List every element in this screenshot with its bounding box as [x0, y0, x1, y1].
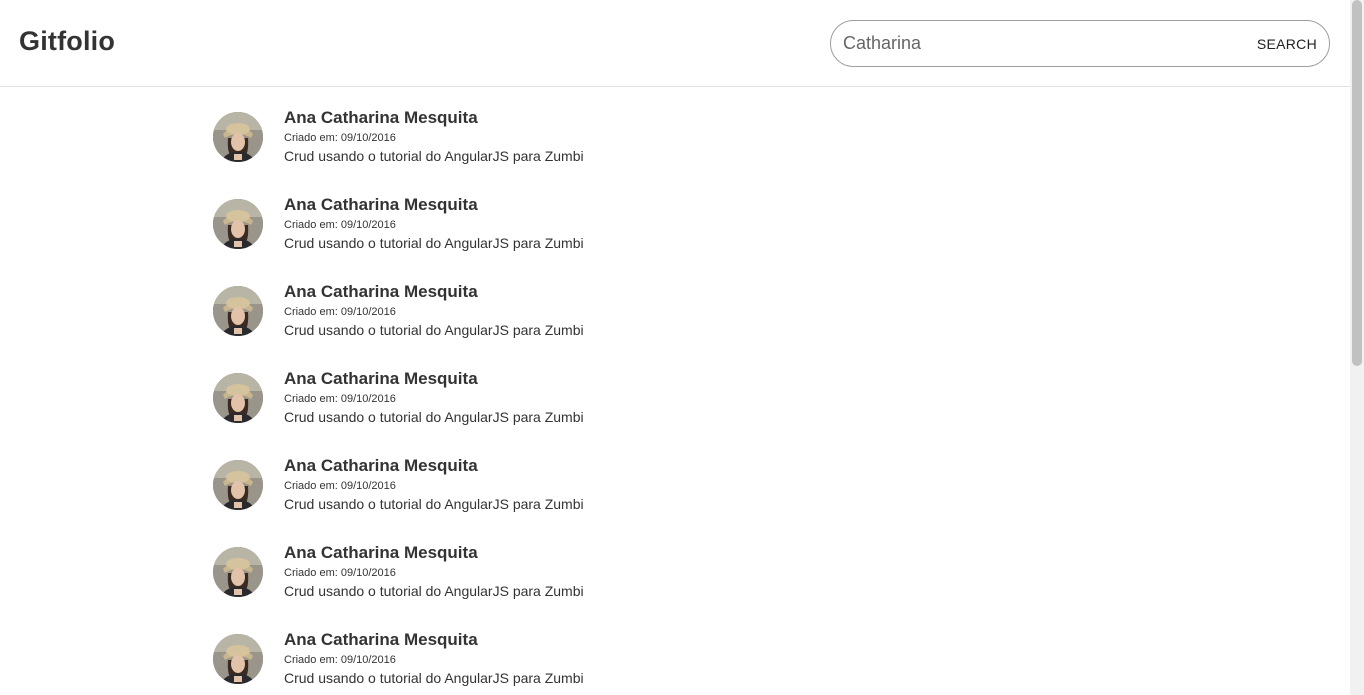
avatar [213, 112, 263, 162]
user-name[interactable]: Ana Catharina Mesquita [284, 369, 478, 389]
repo-description: Crud usando o tutorial do AngularJS para… [284, 322, 584, 338]
created-date: Criado em: 09/10/2016 [284, 306, 396, 318]
results-list: Ana Catharina Mesquita Criado em: 09/10/… [213, 108, 913, 695]
list-item[interactable]: Ana Catharina Mesquita Criado em: 09/10/… [213, 282, 913, 369]
brand-title[interactable]: Gitfolio [19, 26, 115, 57]
repo-description: Crud usando o tutorial do AngularJS para… [284, 670, 584, 686]
avatar [213, 547, 263, 597]
created-date: Criado em: 09/10/2016 [284, 132, 396, 144]
avatar [213, 460, 263, 510]
repo-description: Crud usando o tutorial do AngularJS para… [284, 235, 584, 251]
user-name[interactable]: Ana Catharina Mesquita [284, 108, 478, 128]
app-root: Gitfolio SEARCH Ana Catharina Mesquita C… [0, 0, 1350, 695]
repo-description: Crud usando o tutorial do AngularJS para… [284, 409, 584, 425]
user-name[interactable]: Ana Catharina Mesquita [284, 282, 478, 302]
repo-description: Crud usando o tutorial do AngularJS para… [284, 496, 584, 512]
list-item[interactable]: Ana Catharina Mesquita Criado em: 09/10/… [213, 630, 913, 695]
created-date: Criado em: 09/10/2016 [284, 219, 396, 231]
scrollbar-thumb[interactable] [1352, 0, 1362, 366]
avatar [213, 286, 263, 336]
user-name[interactable]: Ana Catharina Mesquita [284, 456, 478, 476]
created-date: Criado em: 09/10/2016 [284, 480, 396, 492]
avatar [213, 634, 263, 684]
list-item[interactable]: Ana Catharina Mesquita Criado em: 09/10/… [213, 195, 913, 282]
search-button[interactable]: SEARCH [1255, 33, 1319, 55]
avatar [213, 199, 263, 249]
search-bar: SEARCH [830, 20, 1330, 67]
repo-description: Crud usando o tutorial do AngularJS para… [284, 583, 584, 599]
header: Gitfolio SEARCH [0, 0, 1350, 87]
list-item[interactable]: Ana Catharina Mesquita Criado em: 09/10/… [213, 369, 913, 456]
created-date: Criado em: 09/10/2016 [284, 393, 396, 405]
created-date: Criado em: 09/10/2016 [284, 654, 396, 666]
scrollbar[interactable] [1350, 0, 1364, 695]
avatar [213, 373, 263, 423]
list-item[interactable]: Ana Catharina Mesquita Criado em: 09/10/… [213, 543, 913, 630]
list-item[interactable]: Ana Catharina Mesquita Criado em: 09/10/… [213, 108, 913, 195]
repo-description: Crud usando o tutorial do AngularJS para… [284, 148, 584, 164]
user-name[interactable]: Ana Catharina Mesquita [284, 630, 478, 650]
list-item[interactable]: Ana Catharina Mesquita Criado em: 09/10/… [213, 456, 913, 543]
created-date: Criado em: 09/10/2016 [284, 567, 396, 579]
user-name[interactable]: Ana Catharina Mesquita [284, 543, 478, 563]
user-name[interactable]: Ana Catharina Mesquita [284, 195, 478, 215]
search-input[interactable] [843, 29, 1243, 57]
